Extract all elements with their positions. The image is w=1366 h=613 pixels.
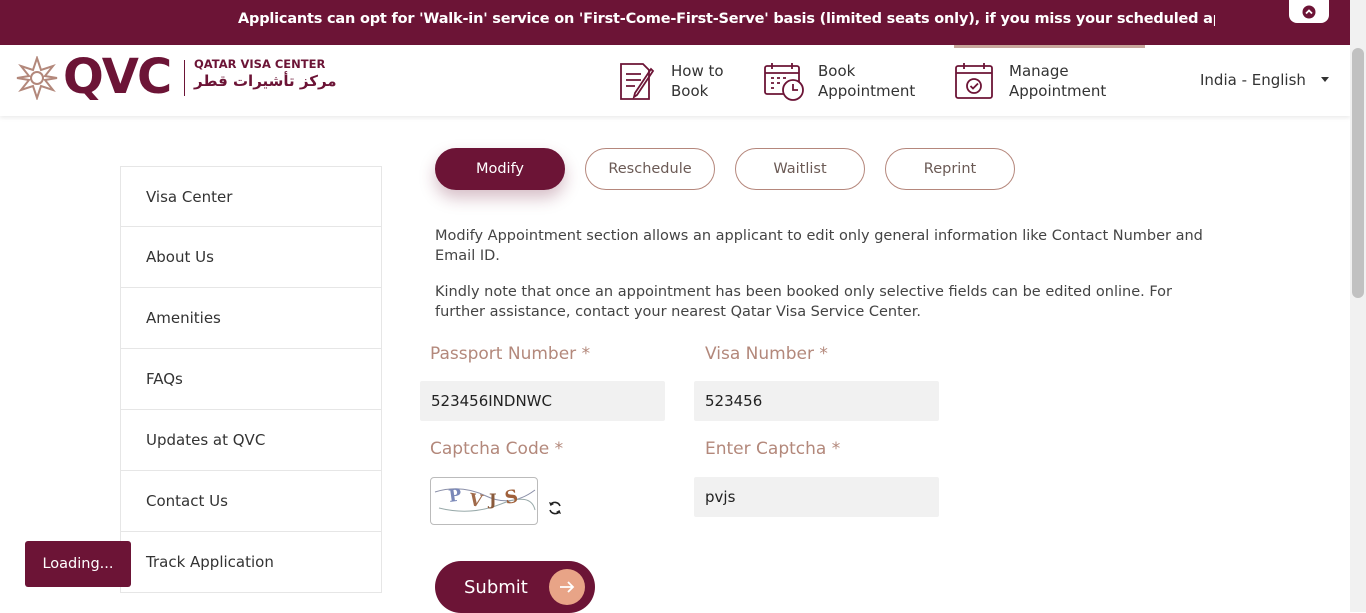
visa-number-input[interactable] bbox=[694, 381, 939, 421]
captcha-code-label: Captcha Code * bbox=[430, 439, 564, 459]
passport-number-input[interactable] bbox=[420, 381, 665, 421]
announcement-ticker: Applicants can opt for 'Walk-in' service… bbox=[0, 0, 1350, 45]
sidebar-item-track-application[interactable]: Track Application bbox=[120, 532, 382, 593]
svg-text:S: S bbox=[503, 486, 519, 509]
scroll-top-button[interactable] bbox=[1289, 0, 1329, 23]
chevron-up-icon bbox=[1302, 5, 1316, 18]
refresh-captcha-icon[interactable] bbox=[547, 500, 563, 516]
sidebar-item-contact-us[interactable]: Contact Us bbox=[120, 471, 382, 532]
submit-label: Submit bbox=[464, 576, 528, 598]
sidebar-item-faqs[interactable]: FAQs bbox=[120, 349, 382, 410]
ticker-text: Applicants can opt for 'Walk-in' service… bbox=[238, 11, 1215, 27]
logo-text: QVC bbox=[63, 49, 172, 105]
arrow-right-icon bbox=[549, 569, 585, 605]
logo-name-ar: مركز تأشيرات قطر bbox=[194, 72, 337, 90]
tab-waitlist[interactable]: Waitlist bbox=[735, 148, 865, 190]
sidebar-item-updates[interactable]: Updates at QVC bbox=[120, 410, 382, 471]
calendar-check-icon bbox=[955, 63, 993, 99]
sidebar-item-visa-center[interactable]: Visa Center bbox=[120, 166, 382, 227]
nav-how-to-book[interactable]: How to Book bbox=[615, 59, 724, 103]
calendar-clock-icon bbox=[764, 63, 804, 101]
visa-number-label: Visa Number * bbox=[705, 344, 828, 364]
enter-captcha-input[interactable] bbox=[694, 477, 939, 517]
nav-active-indicator bbox=[954, 45, 1145, 48]
sidebar-item-amenities[interactable]: Amenities bbox=[120, 288, 382, 349]
tab-modify[interactable]: Modify bbox=[435, 148, 565, 190]
enter-captcha-label: Enter Captcha * bbox=[705, 439, 841, 459]
logo-name-en: QATAR VISA CENTER bbox=[194, 57, 326, 71]
logo-divider bbox=[184, 60, 185, 96]
submit-button[interactable]: Submit bbox=[435, 561, 595, 613]
nav-manage-appointment[interactable]: Manage Appointment bbox=[953, 59, 1106, 103]
sidebar-item-about-us[interactable]: About Us bbox=[120, 227, 382, 288]
nav-book-appointment[interactable]: Book Appointment bbox=[762, 59, 915, 103]
logo-emblem-icon bbox=[16, 56, 58, 100]
tab-reschedule[interactable]: Reschedule bbox=[585, 148, 715, 190]
description-modify: Modify Appointment section allows an app… bbox=[435, 228, 1203, 264]
captcha-image: P V J S bbox=[430, 477, 538, 525]
description-note: Kindly note that once an appointment has… bbox=[435, 284, 1172, 320]
sidebar-menu: Visa Center About Us Amenities FAQs Upda… bbox=[120, 166, 382, 593]
passport-number-label: Passport Number * bbox=[430, 344, 591, 364]
tab-reprint[interactable]: Reprint bbox=[885, 148, 1015, 190]
svg-text:V: V bbox=[467, 490, 485, 512]
site-header: QVC QATAR VISA CENTER مركز تأشيرات قطر H… bbox=[0, 45, 1350, 116]
scrollbar-thumb[interactable] bbox=[1352, 48, 1364, 298]
language-selector[interactable]: India - English bbox=[1200, 71, 1306, 89]
svg-text:J: J bbox=[487, 490, 497, 509]
how-to-book-icon bbox=[620, 63, 655, 100]
chevron-down-icon[interactable] bbox=[1321, 77, 1329, 82]
loading-indicator: Loading... bbox=[25, 541, 131, 587]
